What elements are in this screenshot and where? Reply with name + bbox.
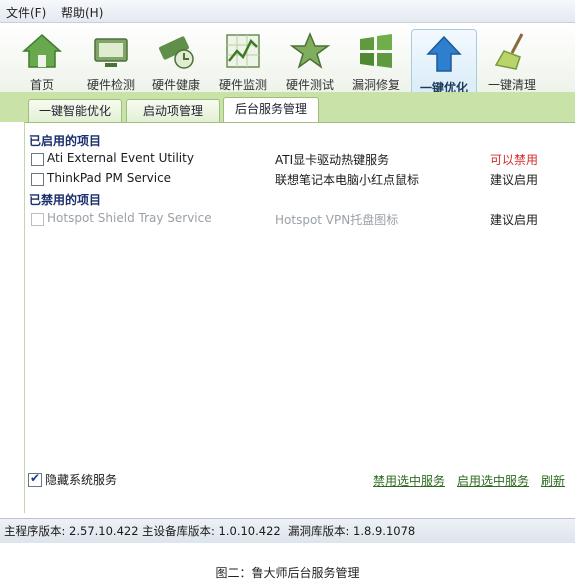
menu-file[interactable]: 文件(F) — [6, 4, 46, 21]
checkmark-icon: ✔ — [30, 471, 41, 485]
monitor-chart-icon — [226, 34, 260, 68]
hide-system-services-checkbox[interactable]: ✔ — [28, 471, 42, 487]
service-checkbox[interactable] — [31, 213, 44, 226]
refresh-link[interactable]: 刷新 — [541, 472, 565, 489]
service-description: 联想笔记本电脑小红点鼠标 — [275, 173, 420, 187]
tab-smart-optimize[interactable]: 一键智能优化 — [28, 99, 122, 123]
menu-help[interactable]: 帮助(H) — [61, 4, 103, 21]
enabled-section-title: 已启用的项目 — [29, 134, 102, 148]
vuln-db-version-text: 漏洞库版本: 1.8.9.1078 — [288, 524, 416, 538]
service-description: ATI显卡驱动热键服务 — [275, 153, 390, 167]
tab-startup-manager[interactable]: 启动项管理 — [126, 99, 220, 123]
service-checkbox[interactable] — [31, 153, 44, 166]
toolbar-optimize-button[interactable]: 一键优化 — [411, 29, 477, 95]
toolbar-vulnerability-fix-button[interactable]: 漏洞修复 — [344, 27, 408, 93]
toolbar-hardware-monitor-button[interactable]: 硬件监测 — [211, 27, 275, 93]
star-icon — [290, 32, 330, 69]
main-version-text: 主程序版本: 2.57.10.422 — [4, 524, 139, 538]
hardware-health-icon — [159, 36, 194, 69]
service-row[interactable]: Hotspot Shield Tray Service Hotspot VPN托… — [29, 211, 559, 229]
service-suggestion: 建议启用 — [490, 173, 539, 187]
service-name: Hotspot Shield Tray Service — [47, 211, 212, 225]
enable-selected-link[interactable]: 启用选中服务 — [457, 472, 529, 489]
disable-selected-link[interactable]: 禁用选中服务 — [373, 472, 445, 489]
toolbar-hardware-check-button[interactable]: 硬件检测 — [79, 27, 143, 93]
service-row[interactable]: ThinkPad PM Service 联想笔记本电脑小红点鼠标 建议启用 — [29, 171, 559, 189]
service-suggestion: 建议启用 — [490, 213, 539, 227]
service-checkbox[interactable] — [31, 173, 44, 186]
disabled-section-title: 已禁用的项目 — [29, 193, 102, 207]
service-name: Ati External Event Utility — [47, 151, 194, 165]
broom-icon — [494, 33, 524, 70]
windows-logo-icon — [360, 34, 392, 68]
arrow-up-icon — [426, 35, 462, 72]
service-name: ThinkPad PM Service — [47, 171, 172, 185]
menu-bar: 文件(F) 帮助(H) — [0, 0, 575, 23]
service-suggestion: 可以禁用 — [490, 153, 539, 167]
tab-service-manager[interactable]: 后台服务管理 — [223, 97, 319, 124]
main-toolbar: 首页 硬件检测 硬件健康 硬件监测 硬件测试 漏洞修复 一键优化 一键清理 — [0, 23, 575, 95]
service-row[interactable]: Ati External Event Utility ATI显卡驱动热键服务 可… — [29, 151, 559, 169]
toolbar-home-button[interactable]: 首页 — [10, 27, 74, 93]
toolbar-clean-button[interactable]: 一键清理 — [480, 27, 544, 93]
service-description: Hotspot VPN托盘图标 — [275, 213, 399, 227]
hardware-check-icon — [94, 38, 128, 67]
toolbar-hardware-test-button[interactable]: 硬件测试 — [278, 27, 342, 93]
home-icon — [22, 33, 62, 68]
device-db-version-text: 主设备库版本: 1.0.10.422 — [142, 524, 281, 538]
figure-caption: 图二：鲁大师后台服务管理 — [215, 566, 360, 580]
toolbar-hardware-health-button[interactable]: 硬件健康 — [144, 27, 208, 93]
status-bar: 主程序版本: 2.57.10.422 主设备库版本: 1.0.10.422 漏洞… — [0, 518, 575, 543]
app-window: 文件(F) 帮助(H) 首页 硬件检测 硬件健康 硬件监测 硬件测试 漏洞修复 … — [0, 0, 575, 543]
hide-system-services-label: 隐藏系统服务 — [45, 473, 118, 487]
